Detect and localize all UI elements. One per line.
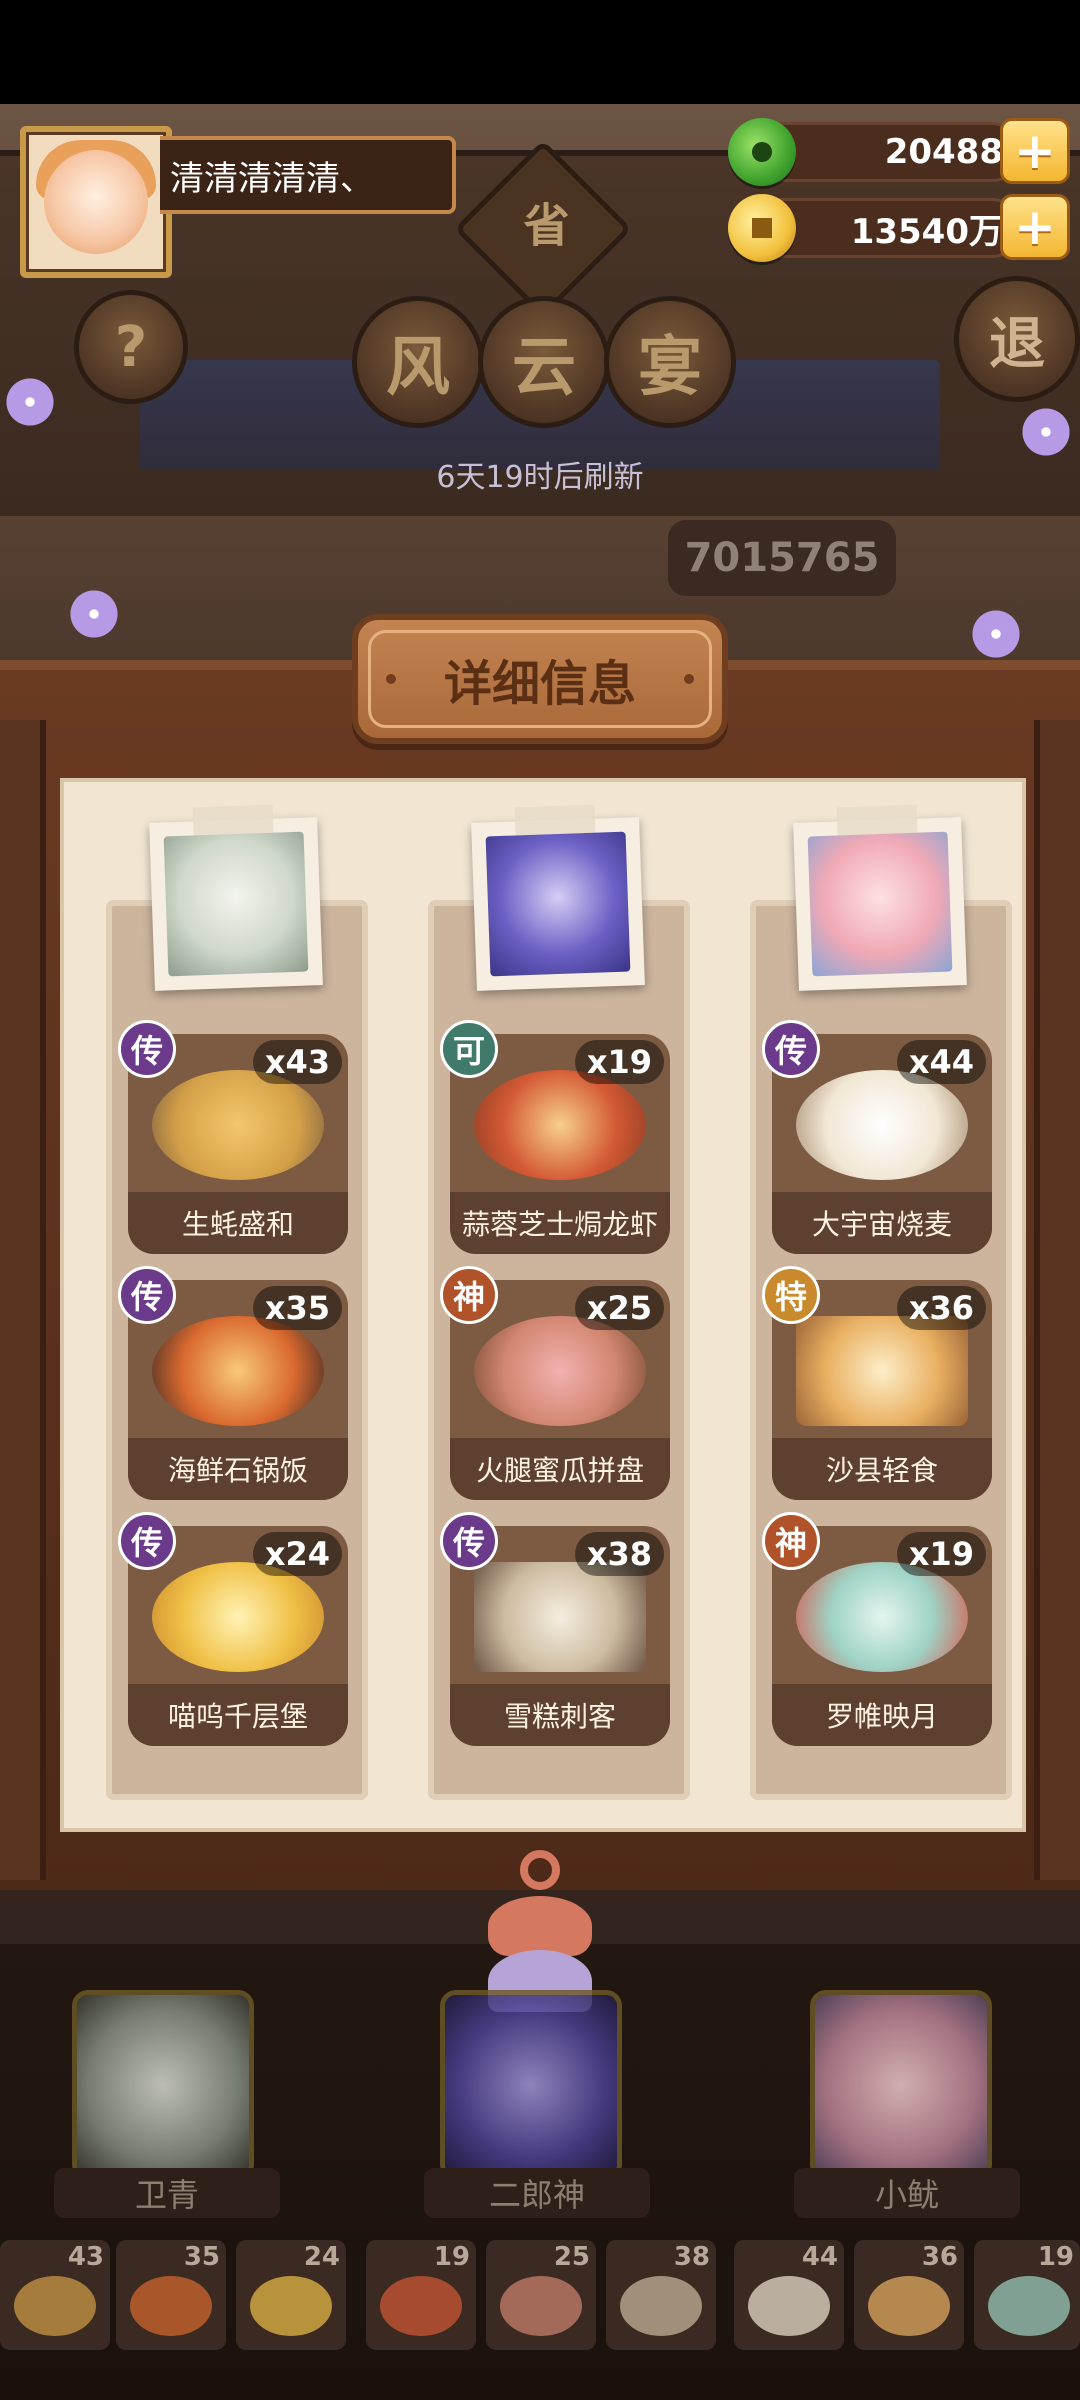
food-name: 罗帷映月 bbox=[772, 1684, 992, 1746]
food-count: x38 bbox=[574, 1532, 664, 1576]
food-card[interactable]: x24 喵呜千层堡 传 bbox=[118, 1512, 348, 1746]
hero-card-xiaoyou[interactable] bbox=[793, 804, 967, 991]
flower-decoration bbox=[0, 372, 60, 432]
food-count: x24 bbox=[252, 1532, 342, 1576]
rarity-badge: 传 bbox=[118, 1266, 176, 1324]
food-card[interactable]: x38 雪糕刺客 传 bbox=[440, 1512, 670, 1746]
strip-food-item[interactable]: 19 bbox=[366, 2240, 476, 2350]
food-name: 蒜蓉芝士焗龙虾 bbox=[450, 1192, 670, 1254]
food-name: 雪糕刺客 bbox=[450, 1684, 670, 1746]
food-card[interactable]: x19 蒜蓉芝士焗龙虾 可 bbox=[440, 1020, 670, 1254]
add-jade-button[interactable]: + bbox=[1000, 118, 1070, 184]
food-card[interactable]: x43 生蚝盛和 传 bbox=[118, 1020, 348, 1254]
hero-name-label: 二郎神 bbox=[424, 2168, 650, 2218]
rarity-badge: 神 bbox=[762, 1512, 820, 1570]
food-card[interactable]: x36 沙县轻食 特 bbox=[762, 1266, 992, 1500]
food-strip: 43 35 24 19 25 38 44 36 19 bbox=[0, 2240, 1080, 2360]
rarity-badge: 传 bbox=[118, 1512, 176, 1570]
food-count: x19 bbox=[896, 1532, 986, 1576]
strip-food-item[interactable]: 24 bbox=[236, 2240, 346, 2350]
flower-decoration bbox=[966, 604, 1026, 664]
food-count: x43 bbox=[252, 1040, 342, 1084]
rarity-badge: 传 bbox=[762, 1020, 820, 1078]
rarity-badge: 神 bbox=[440, 1266, 498, 1324]
strip-food-item[interactable]: 19 bbox=[974, 2240, 1080, 2350]
food-count: x36 bbox=[896, 1286, 986, 1330]
food-card[interactable]: x44 大宇宙烧麦 传 bbox=[762, 1020, 992, 1254]
exit-button[interactable]: 退 bbox=[954, 276, 1080, 402]
food-card[interactable]: x35 海鲜石锅饭 传 bbox=[118, 1266, 348, 1500]
title-char-1: 风 bbox=[352, 296, 484, 428]
food-card[interactable]: x25 火腿蜜瓜拼盘 神 bbox=[440, 1266, 670, 1500]
flower-decoration bbox=[64, 584, 124, 644]
strip-food-item[interactable]: 25 bbox=[486, 2240, 596, 2350]
strip-food-item[interactable]: 35 bbox=[116, 2240, 226, 2350]
add-coins-button[interactable]: + bbox=[1000, 194, 1070, 260]
refresh-timer: 6天19时后刷新 bbox=[436, 460, 644, 495]
rarity-badge: 传 bbox=[118, 1020, 176, 1078]
bottom-hero-weiqing[interactable] bbox=[72, 1990, 254, 2180]
flower-decoration bbox=[1016, 402, 1076, 462]
hero-card-weiqing[interactable] bbox=[149, 804, 323, 991]
rarity-badge: 传 bbox=[440, 1512, 498, 1570]
food-count: x44 bbox=[896, 1040, 986, 1084]
hero-name-label: 小鱿 bbox=[794, 2168, 1020, 2218]
food-name: 大宇宙烧麦 bbox=[772, 1192, 992, 1254]
food-name: 火腿蜜瓜拼盘 bbox=[450, 1438, 670, 1500]
food-name: 海鲜石锅饭 bbox=[128, 1438, 348, 1500]
hero-card-erlangshen[interactable] bbox=[471, 804, 645, 991]
food-count: x25 bbox=[574, 1286, 664, 1330]
jade-icon bbox=[728, 118, 796, 186]
rarity-badge: 可 bbox=[440, 1020, 498, 1078]
avatar-face bbox=[44, 150, 148, 254]
bottom-hero-erlangshen[interactable] bbox=[440, 1990, 622, 2180]
rarity-badge: 特 bbox=[762, 1266, 820, 1324]
food-count: x19 bbox=[574, 1040, 664, 1084]
player-name: 清清清清清、 bbox=[160, 136, 456, 214]
score-display: 7015765 bbox=[668, 520, 896, 596]
player-avatar[interactable] bbox=[20, 126, 172, 278]
panel-title: 详细信息 bbox=[368, 630, 712, 728]
hero-name-label: 卫青 bbox=[54, 2168, 280, 2218]
frame-post-right bbox=[1034, 720, 1080, 1880]
title-char-3: 宴 bbox=[604, 296, 736, 428]
food-name: 生蚝盛和 bbox=[128, 1192, 348, 1254]
title-char-2: 云 bbox=[478, 296, 610, 428]
coin-icon bbox=[728, 194, 796, 262]
status-bar bbox=[0, 0, 1080, 104]
strip-food-item[interactable]: 44 bbox=[734, 2240, 844, 2350]
help-icon[interactable]: ? bbox=[74, 290, 188, 404]
title-plaque: 详细信息 bbox=[352, 614, 728, 744]
food-card[interactable]: x19 罗帷映月 神 bbox=[762, 1512, 992, 1746]
strip-food-item[interactable]: 43 bbox=[0, 2240, 110, 2350]
strip-food-item[interactable]: 38 bbox=[606, 2240, 716, 2350]
food-name: 沙县轻食 bbox=[772, 1438, 992, 1500]
knot-ornament bbox=[480, 1850, 600, 2012]
food-name: 喵呜千层堡 bbox=[128, 1684, 348, 1746]
strip-food-item[interactable]: 36 bbox=[854, 2240, 964, 2350]
bottom-hero-xiaoyou[interactable] bbox=[810, 1990, 992, 2180]
food-count: x35 bbox=[252, 1286, 342, 1330]
frame-post-left bbox=[0, 720, 46, 1880]
